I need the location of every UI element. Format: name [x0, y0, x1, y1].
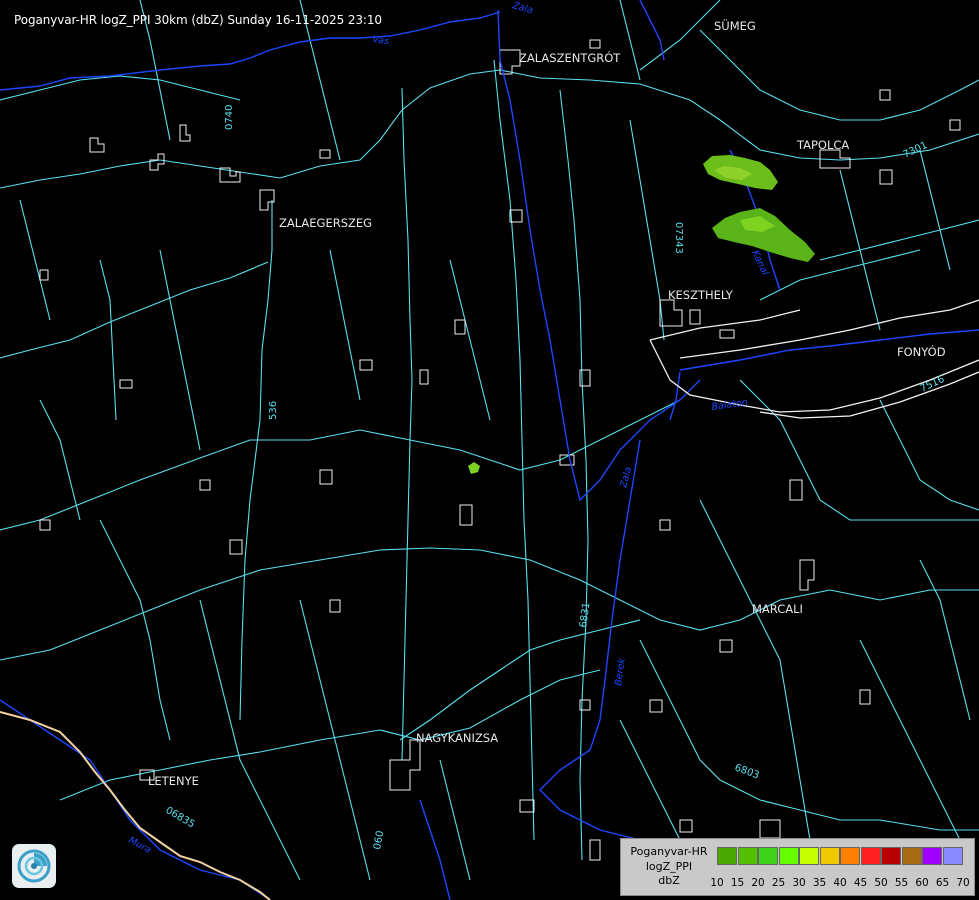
legend-tick-label: 60 — [915, 877, 929, 889]
legend-tick-label: 10 — [710, 877, 724, 889]
legend-tick-label: 45 — [853, 877, 868, 889]
town-label-marcali: MARCALI — [752, 602, 803, 616]
town-label-fonyod: FONYÓD — [897, 345, 946, 359]
radar-service-logo-icon — [12, 844, 56, 888]
town-label-zalaszentgrot: ZALASZENTGRÓT — [519, 51, 621, 65]
town-label-sumeg: SÜMEG — [714, 19, 756, 33]
legend-tick-label: 15 — [730, 877, 745, 889]
dbz-color-legend: Poganyvar-HR logZ_PPI dbZ 10 15 20 25 30 35 40… — [620, 838, 975, 896]
legend-tick-label: 20 — [751, 877, 765, 889]
river-label-vas: Vas — [372, 34, 390, 47]
legend-swatch — [778, 847, 799, 865]
legend-tick-label: 50 — [874, 877, 888, 889]
legend-title: Poganyvar-HR logZ_PPI dbZ — [623, 845, 715, 889]
road-label-536: 536 — [268, 401, 279, 420]
legend-title-line-2: logZ_PPI — [645, 859, 693, 873]
legend-swatch — [799, 847, 819, 865]
radar-map[interactable]: 0740 07343 7301 536 6831 6803 06835 7516… — [0, 0, 979, 900]
town-label-letenye: LETENYE — [148, 774, 199, 788]
legend-swatch — [860, 847, 881, 865]
legend-tick-label: 65 — [935, 877, 950, 889]
radar-product-title: Poganyvar-HR logZ_PPI 30km (dbZ) Sunday … — [14, 13, 382, 27]
town-label-keszthely: KESZTHELY — [668, 288, 733, 302]
legend-swatch — [819, 847, 840, 865]
town-label-tapolca: TAPOLCA — [797, 138, 850, 152]
legend-swatch — [840, 847, 860, 865]
legend-swatch — [737, 847, 758, 865]
legend-tick-label: 25 — [771, 877, 786, 889]
legend-tick-label: 35 — [812, 877, 827, 889]
legend-tick-label: 70 — [956, 877, 970, 889]
legend-swatch — [901, 847, 922, 865]
legend-swatch — [942, 847, 963, 865]
road-label-0740: 0740 — [224, 105, 235, 130]
legend-title-line-3: dbZ — [658, 874, 680, 887]
legend-tick-label: 40 — [833, 877, 847, 889]
legend-tick-label: 55 — [894, 877, 909, 889]
legend-swatch — [881, 847, 901, 865]
town-label-zalaegerszeg: ZALAEGERSZEG — [279, 216, 373, 230]
town-label-nagykanizsa: NAGYKANIZSA — [416, 731, 499, 745]
legend-swatch — [717, 847, 737, 865]
legend-swatch — [922, 847, 942, 865]
road-label-07343: 07343 — [673, 222, 684, 254]
legend-title-line-1: Poganyvar-HR — [630, 845, 708, 858]
legend-tick-label: 30 — [792, 877, 806, 889]
legend-swatch — [758, 847, 778, 865]
